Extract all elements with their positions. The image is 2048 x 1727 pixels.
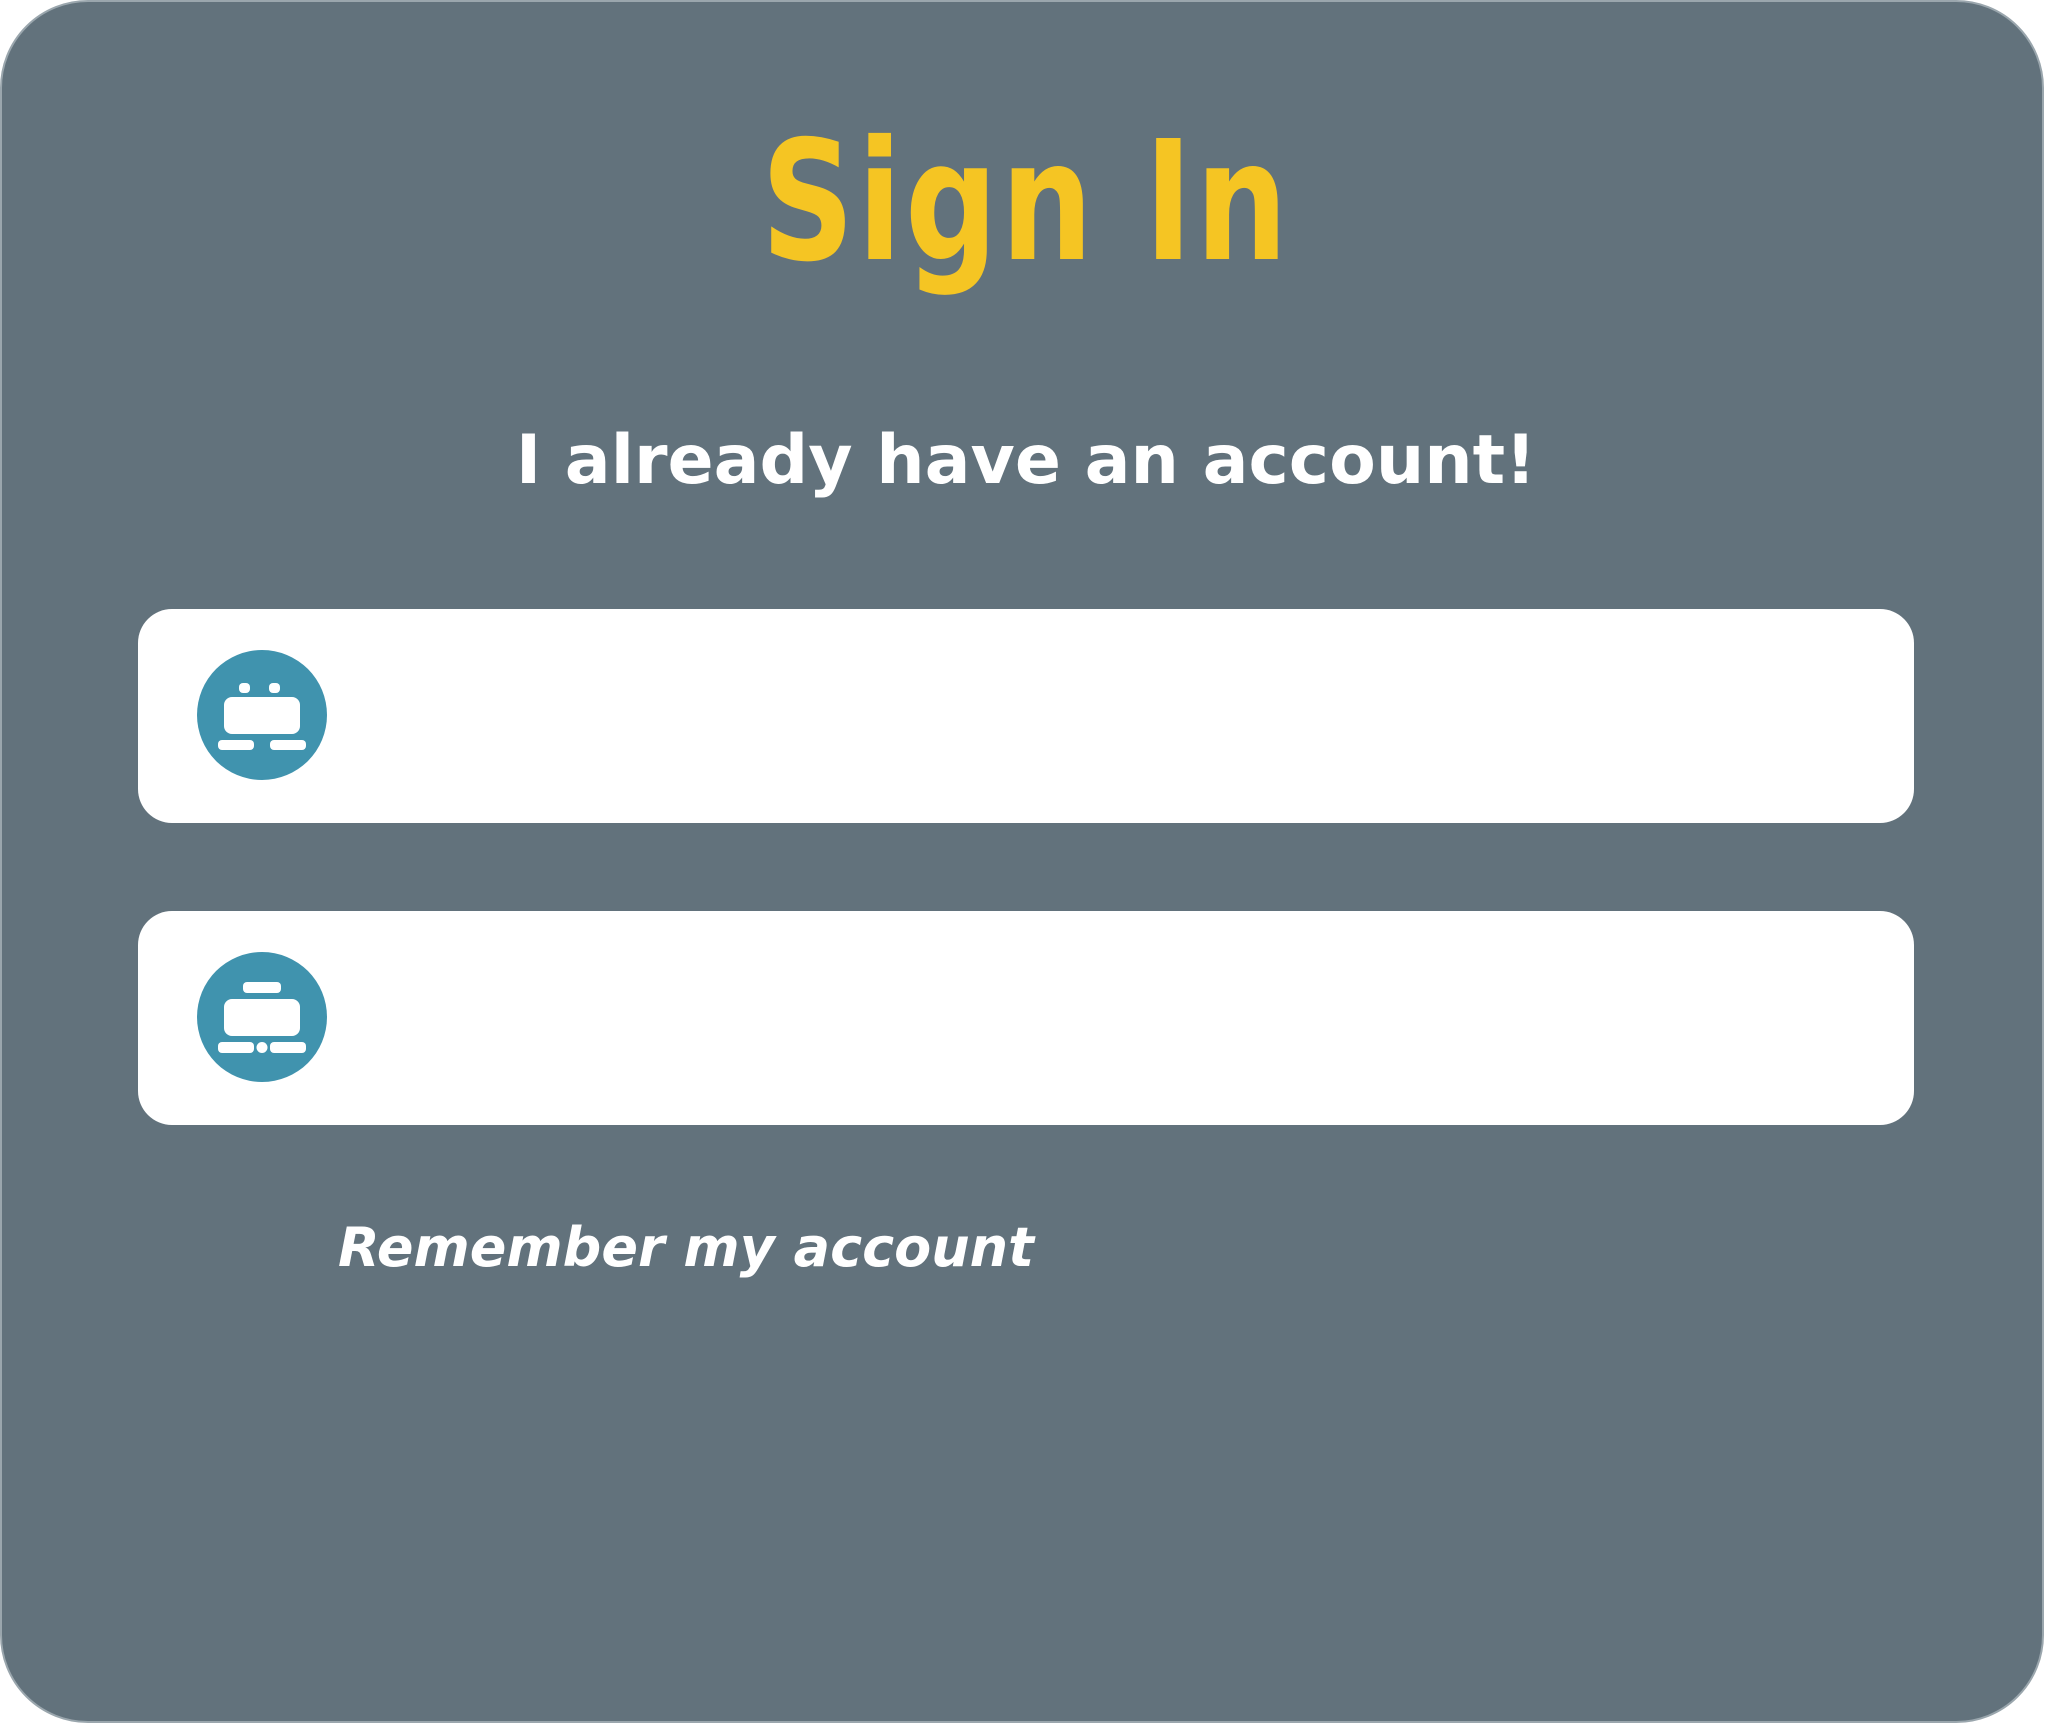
username-input[interactable] (378, 659, 1862, 775)
password-key-icon (197, 952, 327, 1082)
password-field[interactable] (138, 911, 1914, 1125)
user-id-icon (197, 650, 327, 780)
page-subtitle: I already have an account! (515, 421, 1537, 500)
remember-account-toggle[interactable]: Remember my account (338, 1216, 1034, 1281)
page-title: Sign In (761, 106, 1291, 299)
sign-in-card: Sign In I already have an account! Remem… (0, 0, 2044, 1723)
username-field[interactable] (138, 609, 1914, 823)
password-input[interactable] (378, 961, 1862, 1077)
